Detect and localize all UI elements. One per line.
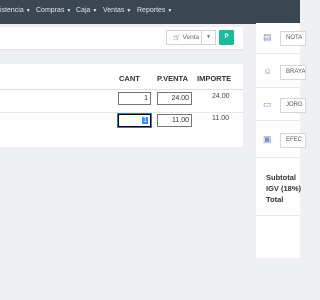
header-importe: IMPORTE [197, 74, 232, 83]
table-row: 1 11.00 11.00 [0, 112, 243, 134]
selected-text: 1 [142, 117, 148, 124]
subtotal-label: Subtotal [266, 173, 296, 182]
id-card-icon: ▭ [263, 99, 272, 109]
nav-item-ventas[interactable]: Ventas ▼ [103, 7, 131, 14]
divider [256, 120, 300, 121]
client-field[interactable]: JORG [280, 98, 306, 113]
total-label: Total [266, 195, 284, 204]
sale-details-panel: ▤ NOTA ☺ BRAYA ▭ JORG ▣ EFEC Subtotal IG… [256, 23, 306, 258]
toolbar: 🛒 Venta ▼ P [0, 27, 243, 50]
price-input[interactable]: 24.00 [157, 92, 192, 105]
importe-value: 24.00 [212, 93, 230, 100]
venta-button[interactable]: 🛒 Venta [166, 30, 202, 45]
header-cant: CANT [119, 74, 140, 83]
quantity-input[interactable]: 1 [118, 92, 151, 105]
product-table: CANT P.VENTA IMPORTE 1 24.00 24.00 1 11.… [0, 64, 243, 147]
document-icon: ▤ [263, 32, 272, 42]
nav-item-reportes[interactable]: Reportes ▼ [137, 7, 172, 14]
chevron-down-icon: ▼ [167, 8, 173, 14]
document-type-select[interactable]: NOTA [280, 31, 306, 46]
divider [256, 215, 300, 216]
divider [256, 53, 300, 54]
venta-dropdown-toggle[interactable]: ▼ [202, 30, 216, 45]
header-pventa: P.VENTA [157, 74, 188, 83]
payment-method-select[interactable]: EFEC [280, 133, 306, 148]
top-navbar: istencia ▼ Compras ▼ Caja ▼ Ventas ▼ Reporte… [0, 0, 300, 24]
cart-icon: 🛒 [173, 35, 181, 41]
igv-label: IGV (18%) [266, 184, 302, 193]
chevron-down-icon: ▼ [25, 8, 31, 14]
divider [256, 157, 300, 158]
user-icon: ☺ [263, 66, 273, 76]
chevron-down-icon: ▼ [92, 8, 98, 14]
nav-item-asistencia[interactable]: istencia ▼ [0, 7, 31, 14]
caret-down-icon: ▼ [206, 34, 211, 40]
cash-icon: ▣ [263, 134, 272, 144]
importe-value: 11.00 [212, 115, 229, 122]
nav-item-caja[interactable]: Caja ▼ [76, 7, 97, 14]
user-field[interactable]: BRAYA [280, 65, 306, 80]
quantity-input[interactable]: 1 [118, 114, 151, 127]
chevron-down-icon: ▼ [126, 8, 132, 14]
divider [256, 87, 300, 88]
venta-label: Venta [182, 34, 200, 41]
green-action-button[interactable]: P [219, 30, 234, 45]
nav-item-compras[interactable]: Compras ▼ [36, 7, 71, 14]
chevron-down-icon: ▼ [66, 8, 72, 14]
price-input[interactable]: 11.00 [157, 114, 192, 127]
table-row: 1 24.00 24.00 [0, 90, 243, 113]
